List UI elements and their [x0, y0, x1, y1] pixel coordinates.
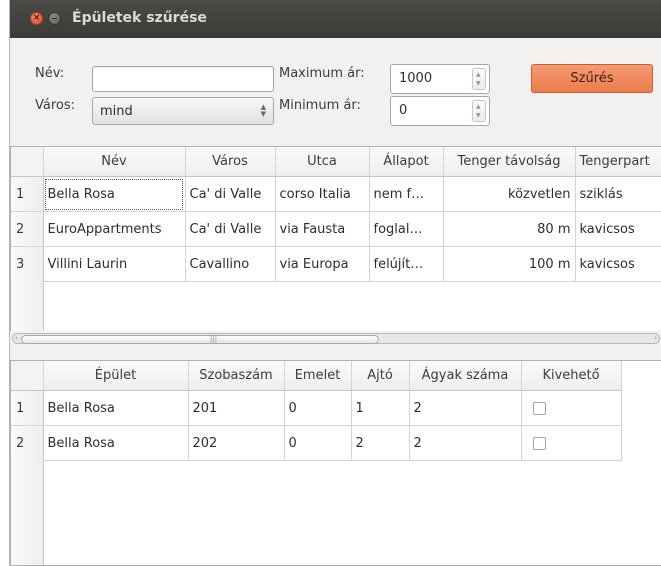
buildings-table[interactable]: Név Város Utca Állapot Tenger távolság T…: [10, 146, 661, 332]
cell-city[interactable]: Ca' di Valle: [185, 176, 276, 212]
cell-floor[interactable]: 0: [284, 390, 352, 426]
cell-beach[interactable]: kavicsos: [575, 246, 661, 282]
max-price-label: Maximum ár:: [279, 66, 365, 81]
min-price-spinbox[interactable]: 0 ▲ ▼: [390, 96, 490, 126]
table-row[interactable]: 3 Villini Laurin Cavallino via Europa fe…: [11, 246, 661, 282]
name-label: Név:: [35, 66, 65, 81]
rooms-table[interactable]: Épület Szobaszám Emelet Ajtó Ágyak száma…: [10, 360, 661, 566]
cell-street[interactable]: via Fausta: [275, 211, 370, 247]
column-header[interactable]: Város: [185, 147, 276, 177]
table-row[interactable]: 2 Bella Rosa 202 0 2 2: [11, 425, 622, 461]
column-header[interactable]: Emelet: [284, 361, 352, 391]
row-header[interactable]: 1: [11, 176, 44, 212]
corner-cell[interactable]: [11, 361, 44, 391]
cell-building[interactable]: Bella Rosa: [43, 425, 189, 461]
cell-available[interactable]: [521, 390, 622, 426]
city-label: Város:: [35, 98, 76, 113]
cell-beach[interactable]: kavicsos: [575, 211, 661, 247]
cell-room[interactable]: 201: [188, 390, 285, 426]
column-header[interactable]: Név: [43, 147, 186, 177]
cell-floor[interactable]: 0: [284, 425, 352, 461]
column-header[interactable]: Kivehető: [521, 361, 622, 391]
cell-building[interactable]: Bella Rosa: [43, 390, 189, 426]
cell-door[interactable]: 1: [351, 390, 410, 426]
max-price-value: 1000: [399, 71, 433, 86]
min-price-value: 0: [399, 103, 408, 118]
row-header[interactable]: 3: [11, 246, 44, 282]
main-window: × Épületek szűrése Név: Város: mind ▲ ▼ M…: [9, 0, 661, 566]
row-header[interactable]: 1: [11, 390, 44, 426]
city-select[interactable]: mind ▲ ▼: [92, 97, 274, 125]
column-header[interactable]: Szobaszám: [188, 361, 285, 391]
spin-arrows-icon[interactable]: ▲ ▼: [472, 100, 486, 122]
column-header[interactable]: Tenger távolság: [443, 147, 576, 177]
column-header[interactable]: Ágyak száma: [409, 361, 522, 391]
cell-street[interactable]: corso Italia: [275, 176, 370, 212]
row-header[interactable]: 2: [11, 425, 44, 461]
row-header[interactable]: 2: [11, 211, 44, 247]
filter-button[interactable]: Szűrés: [531, 64, 653, 93]
cell-door[interactable]: 2: [351, 425, 410, 461]
buildings-grid: Név Város Utca Állapot Tenger távolság T…: [11, 147, 661, 282]
scroll-left-icon[interactable]: ‹: [15, 334, 18, 343]
cell-street[interactable]: via Europa: [275, 246, 370, 282]
cell-room[interactable]: 202: [188, 425, 285, 461]
scrollbar-thumb[interactable]: |||: [21, 335, 379, 344]
scrollbar-track[interactable]: ‹ ||| ›: [12, 333, 660, 344]
cell-name[interactable]: EuroAppartments: [43, 211, 186, 247]
available-checkbox[interactable]: [532, 401, 546, 415]
table-row[interactable]: 1 Bella Rosa Ca' di Valle corso Italia n…: [11, 176, 661, 212]
grip-icon: |||: [210, 335, 218, 343]
column-header[interactable]: Utca: [275, 147, 370, 177]
cell-state[interactable]: felújít…: [369, 246, 444, 282]
minimize-icon[interactable]: [48, 12, 61, 25]
cell-beds[interactable]: 2: [409, 425, 522, 461]
horizontal-scrollbar[interactable]: ‹ ||| ›: [10, 331, 661, 345]
column-header[interactable]: Épület: [43, 361, 189, 391]
cell-city[interactable]: Cavallino: [185, 246, 276, 282]
min-price-label: Minimum ár:: [279, 98, 361, 113]
cell-distance[interactable]: közvetlen: [443, 176, 576, 212]
cell-distance[interactable]: 100 m: [443, 246, 576, 282]
corner-cell[interactable]: [11, 147, 44, 177]
cell-state[interactable]: nem f…: [369, 176, 444, 212]
max-price-spinbox[interactable]: 1000 ▲ ▼: [390, 64, 490, 94]
window-title: Épületek szűrése: [72, 10, 207, 26]
spin-arrows-icon[interactable]: ▲ ▼: [472, 68, 486, 90]
name-input[interactable]: [92, 66, 274, 92]
table-header: Név Város Utca Állapot Tenger távolság T…: [11, 147, 661, 177]
cell-beds[interactable]: 2: [409, 390, 522, 426]
cell-name[interactable]: Bella Rosa: [43, 176, 186, 212]
cell-distance[interactable]: 80 m: [443, 211, 576, 247]
table-row[interactable]: 2 EuroAppartments Ca' di Valle via Faust…: [11, 211, 661, 247]
row-header-filler: [11, 459, 44, 565]
cell-beach[interactable]: sziklás: [575, 176, 661, 212]
table-header: Épület Szobaszám Emelet Ajtó Ágyak száma…: [11, 361, 622, 391]
column-header[interactable]: Ajtó: [351, 361, 410, 391]
cell-name[interactable]: Villini Laurin: [43, 246, 186, 282]
available-checkbox[interactable]: [532, 436, 546, 450]
cell-available[interactable]: [521, 425, 622, 461]
column-header[interactable]: Tengerpart: [575, 147, 661, 177]
updown-arrow-icon: ▲ ▼: [260, 103, 266, 118]
column-header[interactable]: Állapot: [369, 147, 444, 177]
scroll-right-icon[interactable]: ›: [654, 334, 657, 343]
city-select-value: mind: [100, 104, 133, 119]
table-row[interactable]: 1 Bella Rosa 201 0 1 2: [11, 390, 622, 426]
rooms-grid: Épület Szobaszám Emelet Ajtó Ágyak száma…: [11, 361, 622, 461]
cell-state[interactable]: foglal…: [369, 211, 444, 247]
row-header-filler: [11, 280, 44, 331]
title-bar[interactable]: × Épületek szűrése: [10, 0, 661, 38]
cell-city[interactable]: Ca' di Valle: [185, 211, 276, 247]
close-icon[interactable]: ×: [30, 12, 43, 25]
